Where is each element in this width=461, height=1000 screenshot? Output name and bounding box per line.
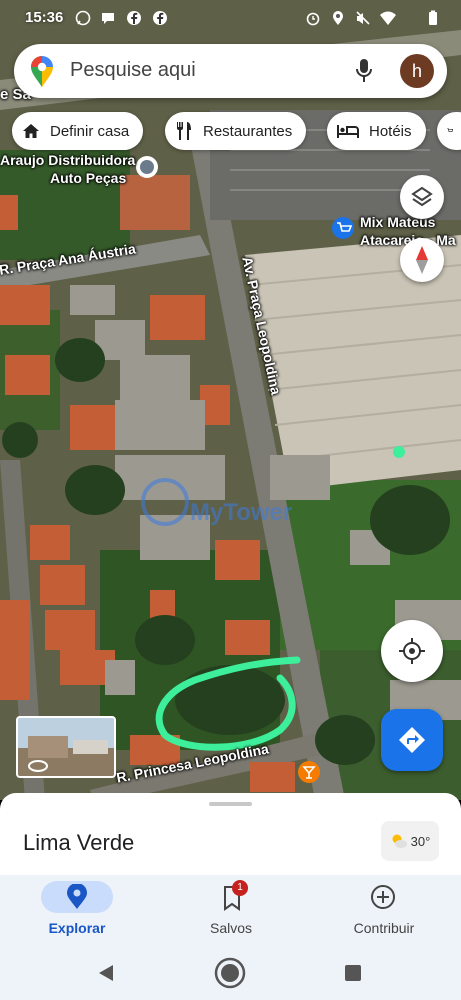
street-view-image (18, 718, 114, 776)
status-bar: 15:36 (0, 0, 461, 36)
chip-hoteis[interactable]: Hotéis (327, 112, 426, 150)
street-view-thumbnail[interactable] (16, 716, 116, 778)
avatar[interactable]: h (400, 54, 434, 88)
alarm-icon (306, 12, 320, 26)
temperature: 30° (410, 833, 431, 849)
fork-knife-icon (177, 122, 191, 140)
nav-label: Salvos (209, 920, 253, 936)
chip-restaurantes[interactable]: Restaurantes (165, 112, 307, 150)
facebook-icon (153, 11, 167, 25)
directions-button[interactable] (381, 709, 443, 771)
poi-label-araujo-line1[interactable]: Araujo Distribuidora (0, 152, 135, 168)
weather-chip[interactable]: 30° (381, 821, 439, 861)
nav-explorar[interactable]: Explorar (7, 875, 147, 945)
nav-label: Explorar (48, 920, 106, 936)
home-button-icon[interactable] (214, 957, 246, 989)
battery-icon (429, 10, 437, 25)
bottom-sheet[interactable]: Lima Verde 30° (0, 793, 461, 875)
recents-icon[interactable] (344, 964, 362, 982)
back-icon[interactable] (97, 964, 115, 982)
saved-count-badge: 1 (232, 880, 248, 896)
bed-icon (337, 125, 359, 138)
chip-label: Definir casa (50, 122, 130, 140)
whatsapp-icon (75, 10, 91, 26)
layers-button[interactable] (400, 175, 444, 219)
system-navigation-bar (0, 945, 461, 1000)
partly-cloudy-icon (392, 834, 407, 848)
nav-contribuir[interactable]: Contribuir (314, 875, 454, 945)
add-circle-icon (371, 885, 395, 909)
chat-icon (102, 13, 114, 24)
sheet-drag-handle[interactable] (209, 802, 252, 806)
cart-icon (447, 128, 453, 132)
chip-label: Hotéis (369, 122, 412, 140)
bottom-navigation: Explorar Salvos Contribuir (0, 875, 461, 945)
wifi-icon (380, 11, 396, 25)
chip-label: Restaurantes (203, 122, 293, 140)
layers-icon (411, 186, 433, 207)
crosshair-icon (399, 638, 425, 664)
home-icon (23, 124, 39, 138)
search-bar[interactable]: Pesquise aqui h (14, 44, 447, 98)
poi-label-araujo-line2[interactable]: Auto Peças (50, 170, 126, 186)
nav-label: Contribuir (353, 920, 415, 936)
status-time: 15:36 (25, 9, 64, 26)
mute-icon (356, 11, 370, 25)
directions-icon (399, 727, 425, 753)
my-location-button[interactable] (381, 620, 443, 682)
facebook-icon (127, 11, 141, 25)
location-pin-icon (67, 884, 87, 909)
compass-button[interactable] (400, 238, 444, 282)
compass-icon (416, 246, 428, 274)
search-input[interactable]: Pesquise aqui (70, 59, 196, 82)
nav-salvos[interactable]: Salvos (161, 875, 301, 945)
watermark-text: MyTower (190, 499, 292, 526)
maps-pin-icon (31, 56, 53, 87)
mic-icon[interactable] (356, 58, 372, 84)
place-name: Lima Verde (23, 830, 135, 855)
chip-definir-casa[interactable]: Definir casa (12, 112, 144, 150)
location-icon (333, 11, 343, 25)
